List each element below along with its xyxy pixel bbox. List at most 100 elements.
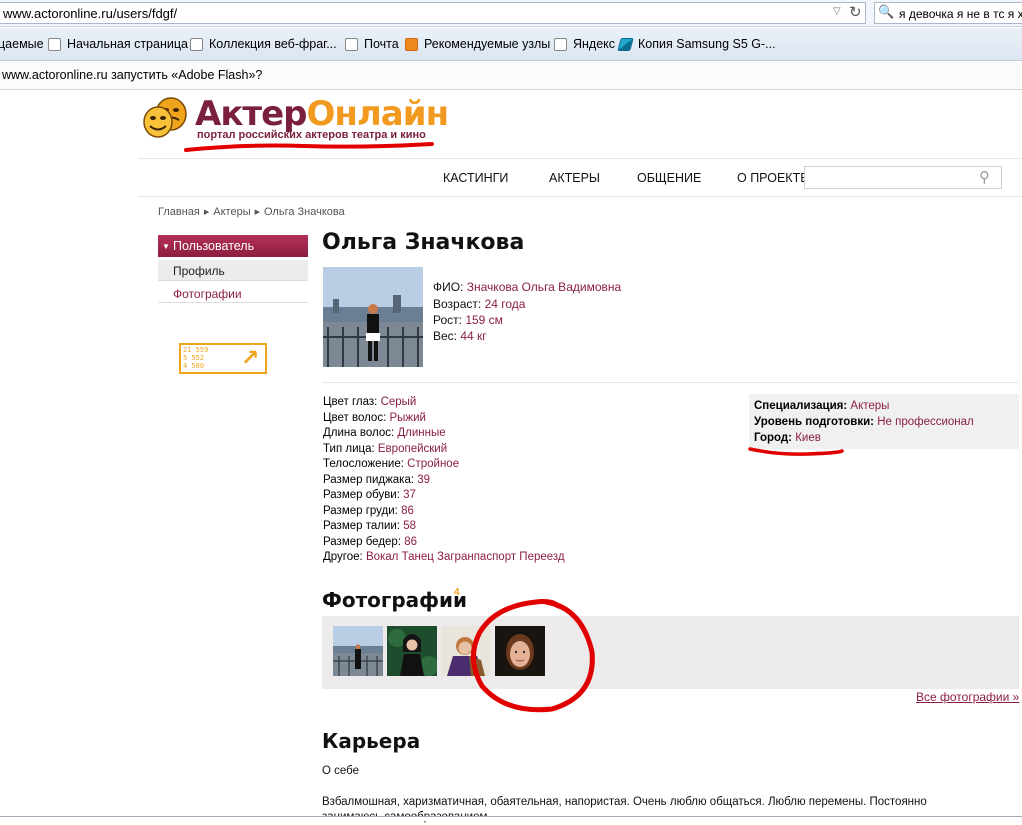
photo-gallery <box>322 616 1019 689</box>
fio-label: ФИО: <box>433 280 464 294</box>
attribute-row: Размер обуви: 37 <box>323 489 565 505</box>
bookmark-item[interactable]: Начальная страница <box>48 37 188 51</box>
level-label: Уровень подготовки: <box>754 416 875 428</box>
nav-about[interactable]: О ПРОЕКТЕ <box>737 171 809 185</box>
counter-value: 5 552 <box>183 354 205 362</box>
age-row: Возраст: 24 года <box>433 297 525 311</box>
bookmark-flag-icon <box>617 37 634 51</box>
browser-search-query[interactable]: я девочка я не в тс я хо <box>899 7 1022 21</box>
page-icon <box>190 37 203 51</box>
bookmark-label: Рекомендуемые узлы <box>424 37 551 51</box>
counter-value: 21 559 <box>183 346 209 354</box>
flash-notification-bar: www.actoronline.ru запустить «Adobe Flas… <box>0 62 1022 90</box>
url-dropdown-icon[interactable]: ▽ <box>833 6 841 17</box>
bookmark-item[interactable]: Почта <box>345 37 399 51</box>
site-search-input[interactable]: ⚲ <box>804 166 1002 189</box>
reload-icon[interactable]: ↻ <box>849 3 862 21</box>
red-annotation-circle <box>471 599 595 713</box>
breadcrumb-current: Ольга Значкова <box>264 206 345 218</box>
sidebar-item-label: Фотографии <box>173 287 242 301</box>
red-annotation-underline <box>748 447 844 456</box>
attribute-value[interactable]: 58 <box>403 520 416 532</box>
attribute-value[interactable]: Серый <box>381 396 417 408</box>
sidebar-item-profile[interactable]: Профиль <box>158 260 308 281</box>
url-text[interactable]: www.actoronline.ru/users/fdgf/ <box>3 6 177 21</box>
window-bottom-border <box>0 816 1022 821</box>
attribute-label: Цвет глаз: <box>323 396 378 408</box>
fio-value[interactable]: Значкова Ольга Вадимовна <box>467 280 621 294</box>
bookmark-label: Яндекс <box>573 37 616 51</box>
bookmark-item[interactable]: Копия Samsung S5 G-... <box>617 37 776 51</box>
attribute-value[interactable]: 39 <box>417 474 430 486</box>
specialization-value[interactable]: Актеры <box>850 400 889 412</box>
counter-values: 21 559 5 552 4 580 <box>183 346 208 370</box>
weight-row: Вес: 44 кг <box>433 329 487 343</box>
weight-label: Вес: <box>433 329 458 343</box>
level-value[interactable]: Не профессионал <box>877 416 974 428</box>
counter-value: 4 580 <box>183 362 205 370</box>
attribute-value[interactable]: 86 <box>401 505 414 517</box>
bookmark-item[interactable]: Рекомендуемые узлы <box>405 37 550 51</box>
attribute-value[interactable]: Вокал Танец Загранпаспорт Переезд <box>366 551 565 563</box>
bookmark-item[interactable]: Яндекс <box>554 37 615 51</box>
attributes-list: Цвет глаз: Серый Цвет волос: Рыжий Длина… <box>323 396 565 567</box>
attribute-value[interactable]: Европейский <box>378 443 447 455</box>
page-icon <box>554 37 567 51</box>
breadcrumb-separator-icon: ▶ <box>254 209 260 216</box>
city-value[interactable]: Киев <box>795 432 821 444</box>
attribute-value[interactable]: 37 <box>403 489 416 501</box>
age-value[interactable]: 24 года <box>485 297 526 311</box>
sidebar-item-label: Профиль <box>173 264 225 278</box>
attribute-label: Тип лица: <box>323 442 375 455</box>
weight-value[interactable]: 44 кг <box>460 329 486 343</box>
specialization-box: Специализация: Актеры Уровень подготовки… <box>749 394 1019 449</box>
attribute-row: Размер груди: 86 <box>323 505 565 521</box>
sidebar-header-label: Пользователь <box>173 239 255 253</box>
triangle-down-icon: ▼ <box>162 242 170 251</box>
bookmark-item[interactable]: Коллекция веб-фраг... <box>190 37 337 51</box>
page-title: Ольга Значкова <box>322 230 525 255</box>
attribute-value[interactable]: Стройное <box>407 458 459 470</box>
nav-castings[interactable]: КАСТИНГИ <box>443 171 508 185</box>
search-icon[interactable]: ⚲ <box>979 168 990 186</box>
level-row: Уровень подготовки: Не профессионал <box>754 416 974 428</box>
photos-section-title: Фотографии <box>322 588 468 612</box>
profile-photo[interactable] <box>323 267 423 367</box>
breadcrumb-actors[interactable]: Актеры <box>213 206 250 218</box>
attribute-label: Цвет волос: <box>323 411 387 424</box>
photo-thumbnail[interactable] <box>387 626 437 676</box>
attribute-row: Размер бедер: 86 <box>323 536 565 552</box>
attribute-value[interactable]: 86 <box>404 536 417 548</box>
visit-counter-badge[interactable]: 21 559 5 552 4 580 ↗ <box>179 343 267 374</box>
photo-thumbnail[interactable] <box>333 626 383 676</box>
nav-divider <box>138 196 1022 197</box>
height-value[interactable]: 159 см <box>465 313 503 327</box>
attribute-value[interactable]: Рыжий <box>389 412 425 424</box>
attribute-label: Размер обуви: <box>323 489 400 501</box>
flash-notification-text: www.actoronline.ru запустить «Adobe Flas… <box>2 68 263 82</box>
logo-text: АктерОнлайн <box>195 94 450 134</box>
career-section-title: Карьера <box>322 729 421 753</box>
sidebar-header[interactable]: ▼ Пользователь <box>158 235 308 257</box>
address-bar[interactable]: www.actoronline.ru/users/fdgf/ ▽ ↻ <box>0 2 866 24</box>
sidebar-item-photos[interactable]: Фотографии <box>158 284 308 303</box>
attribute-row: Размер талии: 58 <box>323 520 565 536</box>
theatre-masks-icon <box>143 97 187 138</box>
nav-actors[interactable]: АКТЕРЫ <box>549 171 600 185</box>
attribute-label: Размер пиджака: <box>323 473 415 486</box>
nav-community[interactable]: ОБЩЕНИЕ <box>637 171 701 185</box>
logo-text-part2: Онлайн <box>306 94 450 134</box>
height-row: Рост: 159 см <box>433 313 503 327</box>
attribute-value[interactable]: Длинные <box>397 427 445 439</box>
all-photos-link[interactable]: Все фотографии » <box>916 690 1019 704</box>
attribute-label: Размер груди: <box>323 504 398 517</box>
bookmark-item[interactable]: цаемые <box>0 37 44 51</box>
bookmarks-bar: цаемые Начальная страница Коллекция веб-… <box>0 28 1022 61</box>
attribute-label: Размер талии: <box>323 520 401 532</box>
breadcrumb-home[interactable]: Главная <box>158 206 200 218</box>
attribute-label: Длина волос: <box>323 427 395 439</box>
section-divider <box>322 382 1019 383</box>
browser-search-box[interactable]: 🔍 я девочка я не в тс я хо <box>874 2 1022 24</box>
city-label: Город: <box>754 432 792 444</box>
attribute-label: Другое: <box>323 551 363 563</box>
